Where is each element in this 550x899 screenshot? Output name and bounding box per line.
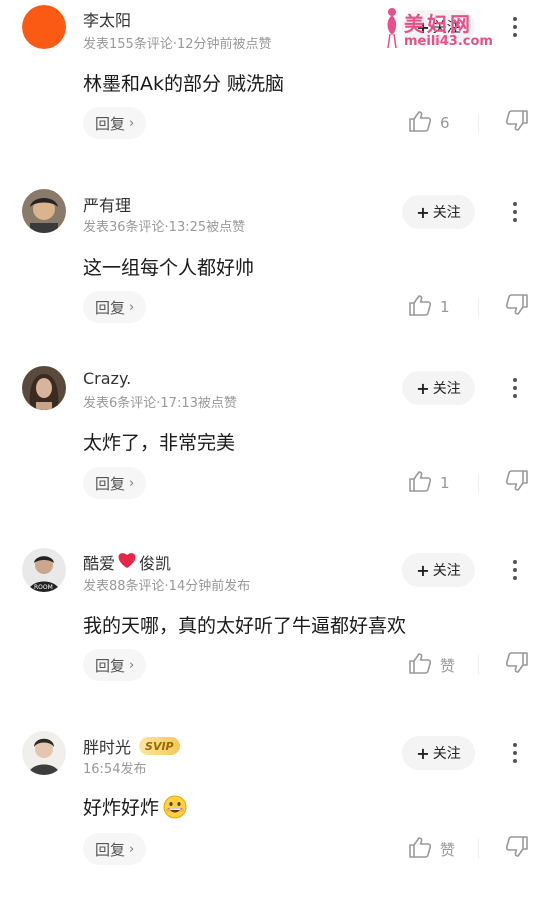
more-vertical-icon[interactable] [505, 197, 525, 227]
username[interactable]: 酷爱 俊凯 [83, 550, 171, 574]
comment-meta: 16:54发布 [83, 762, 147, 777]
comment-item: 严有理 发表36条评论·13:25被点赞 + 关注 这一组每个人都好帅 回复 ›… [0, 180, 550, 350]
comment-meta: 发表36条评论·13:25被点赞 [83, 220, 246, 235]
dislike-button[interactable] [503, 467, 531, 499]
comment-text-body: 好炸好炸 [83, 797, 160, 819]
thumb-up-icon [408, 110, 432, 136]
divider [478, 839, 479, 859]
plus-icon: + [416, 378, 430, 398]
svip-badge: SVIP [139, 737, 180, 755]
comment-item: Crazy. 发表6条评论·17:13被点赞 + 关注 太炸了，非常完美 回复 … [0, 356, 550, 526]
avatar[interactable] [22, 731, 66, 775]
site-watermark: 美妇网 meili43.com [382, 6, 500, 54]
comment-text: 这一组每个人都好帅 [83, 257, 255, 279]
like-button[interactable]: 赞 [408, 649, 455, 681]
reply-label: 回复 [95, 114, 126, 133]
heart-icon [117, 551, 137, 574]
username-part: 酷爱 [83, 554, 116, 573]
chevron-right-icon: › [129, 115, 135, 131]
thumb-down-icon [505, 836, 529, 862]
follow-label: 关注 [432, 381, 461, 397]
plus-icon: + [416, 202, 430, 222]
reply-label: 回复 [95, 840, 126, 859]
watermark-url: meili43.com [404, 34, 493, 49]
chevron-right-icon: › [129, 299, 135, 315]
comment-meta: 发表155条评论·12分钟前被点赞 [83, 37, 272, 52]
reply-button[interactable]: 回复 › [83, 467, 147, 499]
like-count: 6 [440, 114, 450, 132]
comment-item: 胖时光 SVIP 16:54发布 + 关注 好炸好炸 回复 › 赞 [0, 722, 550, 899]
username-part: 俊凯 [139, 554, 172, 573]
plus-icon: + [416, 743, 430, 763]
thumb-down-icon [505, 294, 529, 320]
reply-label: 回复 [95, 656, 126, 675]
follow-button[interactable]: + 关注 [402, 195, 475, 229]
reply-button[interactable]: 回复 › [83, 649, 147, 681]
reply-label: 回复 [95, 298, 126, 317]
more-vertical-icon[interactable] [505, 555, 525, 585]
like-button[interactable]: 6 [408, 107, 450, 139]
username[interactable]: 严有理 [83, 192, 131, 216]
follow-button[interactable]: + 关注 [402, 736, 475, 770]
username[interactable]: 李太阳 [83, 7, 131, 31]
grin-emoji-icon [163, 795, 187, 819]
like-count: 赞 [440, 656, 456, 675]
comment-meta: 发表88条评论·14分钟前发布 [83, 579, 251, 594]
chevron-right-icon: › [129, 475, 135, 491]
divider [478, 473, 479, 493]
thumb-up-icon [408, 294, 432, 320]
dislike-button[interactable] [503, 833, 531, 865]
dislike-button[interactable] [503, 107, 531, 139]
divider [478, 113, 479, 133]
divider [478, 655, 479, 675]
thumb-down-icon [505, 110, 529, 136]
comment-item: ROOM 酷爱 俊凯 发表88条评论·14分钟前发布 + 关注 我的天哪，真的太… [0, 540, 550, 710]
avatar[interactable]: ROOM [22, 548, 66, 592]
thumb-up-icon [408, 470, 432, 496]
thumb-up-icon [408, 836, 432, 862]
avatar[interactable] [22, 5, 66, 49]
follow-button[interactable]: + 关注 [402, 553, 475, 587]
username-text: 胖时光 [83, 738, 132, 757]
follow-button[interactable]: + 关注 [402, 371, 475, 405]
reply-button[interactable]: 回复 › [83, 833, 147, 865]
thumb-down-icon [505, 652, 529, 678]
comment-text: 好炸好炸 [83, 793, 187, 820]
username[interactable]: 胖时光 SVIP [83, 734, 180, 758]
divider [478, 297, 479, 317]
plus-icon: + [416, 560, 430, 580]
avatar[interactable] [22, 366, 66, 410]
follow-label: 关注 [432, 746, 461, 762]
like-count: 赞 [440, 840, 456, 859]
like-count: 1 [440, 474, 450, 492]
avatar[interactable] [22, 189, 66, 233]
more-vertical-icon[interactable] [505, 12, 525, 42]
dislike-button[interactable] [503, 649, 531, 681]
watermark-title: 美妇网 [404, 12, 473, 36]
reply-button[interactable]: 回复 › [83, 291, 147, 323]
follow-label: 关注 [432, 563, 461, 579]
like-button[interactable]: 赞 [408, 833, 455, 865]
more-vertical-icon[interactable] [505, 373, 525, 403]
like-button[interactable]: 1 [408, 467, 450, 499]
comment-text: 我的天哪，真的太好听了牛逼都好喜欢 [83, 615, 407, 637]
like-count: 1 [440, 298, 450, 316]
svg-text:ROOM: ROOM [34, 584, 53, 591]
more-vertical-icon[interactable] [505, 738, 525, 768]
dislike-button[interactable] [503, 291, 531, 323]
username[interactable]: Crazy. [83, 369, 131, 388]
comment-text: 太炸了，非常完美 [83, 432, 236, 454]
thumb-up-icon [408, 652, 432, 678]
reply-label: 回复 [95, 474, 126, 493]
chevron-right-icon: › [129, 657, 135, 673]
comment-text: 林墨和Ak的部分 贼洗脑 [83, 73, 285, 95]
follow-label: 关注 [432, 205, 461, 221]
thumb-down-icon [505, 470, 529, 496]
comment-meta: 发表6条评论·17:13被点赞 [83, 396, 237, 411]
reply-button[interactable]: 回复 › [83, 107, 147, 139]
like-button[interactable]: 1 [408, 291, 450, 323]
chevron-right-icon: › [129, 841, 135, 857]
figure-logo-icon [387, 8, 397, 49]
